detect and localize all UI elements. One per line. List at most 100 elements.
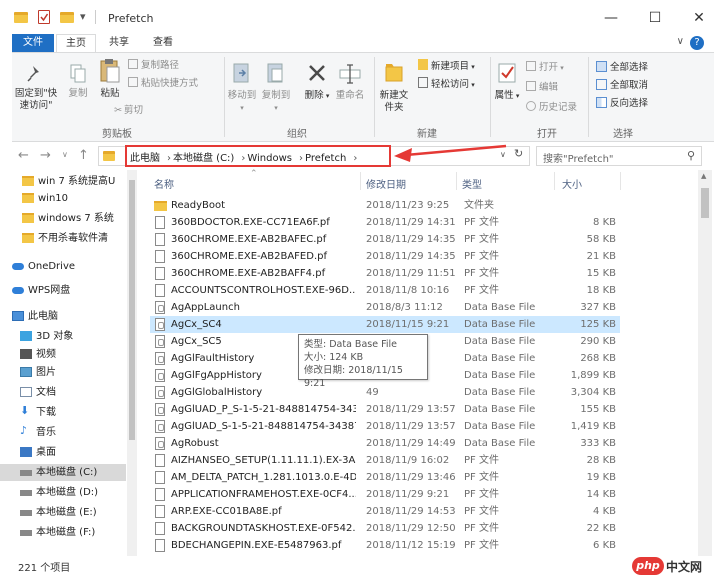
file-list-scrollbar[interactable]: ▲ (698, 170, 712, 556)
edit-button[interactable]: 编辑 (526, 81, 558, 94)
column-type[interactable]: 类型 (462, 176, 482, 191)
sidebar-item[interactable]: 本地磁盘 (C:) (0, 464, 126, 481)
copy-button[interactable]: 复制 (64, 63, 92, 100)
sidebar-item[interactable]: 图片 (0, 364, 126, 381)
column-header: ⌃ 名称 修改日期 类型 大小 (138, 169, 698, 192)
file-row[interactable]: ARP.EXE-CC01BA8E.pf 2018/11/29 14:53 PF 文件… (150, 503, 620, 520)
maximize-button[interactable]: ☐ (640, 8, 670, 28)
delete-label: 删除 (304, 90, 324, 101)
sidebar-item[interactable]: 本地磁盘 (E:) (0, 504, 126, 521)
select-all-button[interactable]: 全部选择 (596, 61, 648, 74)
qat-dropdown-icon[interactable]: ▾ (80, 10, 86, 23)
invert-selection-button[interactable]: 反向选择 (596, 97, 648, 110)
sidebar-item[interactable]: 本地磁盘 (D:) (0, 484, 126, 501)
tab-file[interactable]: 文件 (12, 34, 54, 52)
forward-button[interactable]: → (40, 148, 51, 163)
file-row[interactable]: AgGlUAD_S-1-5-21-848814754-34387... 2018/… (150, 418, 620, 435)
paste-shortcut-button[interactable]: 粘贴快捷方式 (128, 77, 198, 90)
refresh-icon[interactable]: ↻ (514, 147, 523, 160)
help-button[interactable]: ? (690, 36, 704, 50)
breadcrumb-separator-icon[interactable]: › (167, 153, 171, 164)
column-divider[interactable] (620, 172, 621, 190)
delete-button[interactable]: 删除 ▾ (302, 61, 332, 102)
file-row[interactable]: AgCx_SC4 2018/11/15 9:21 Data Base File 125… (150, 316, 620, 333)
properties-icon[interactable] (38, 10, 50, 24)
file-list-scroll-thumb[interactable] (701, 188, 709, 218)
breadcrumb-separator-icon[interactable]: › (299, 153, 303, 164)
tab-share[interactable]: 共享 (100, 34, 138, 52)
file-row[interactable]: AgGlUAD_P_S-1-5-21-848814754-343... 2018/… (150, 401, 620, 418)
breadcrumb-separator-icon[interactable]: › (353, 153, 357, 164)
sidebar-item[interactable]: win10 (0, 190, 126, 207)
open-button[interactable]: 打开 ▾ (526, 61, 564, 74)
pin-quick-access-button[interactable]: 固定到"快速访问" (14, 63, 58, 112)
tab-home[interactable]: 主页 (56, 34, 96, 52)
collapse-ribbon-icon[interactable]: ∨ (677, 36, 684, 47)
new-folder-button[interactable]: 新建文件夹 (376, 59, 412, 114)
sidebar-item[interactable]: 本地磁盘 (F:) (0, 524, 126, 541)
sidebar-item[interactable]: 视频 (0, 346, 126, 363)
sidebar-item-label: 桌面 (36, 447, 56, 458)
move-to-button[interactable]: 移动到 ▾ (226, 61, 258, 114)
column-size[interactable]: 大小 (562, 176, 582, 191)
new-folder-icon[interactable] (60, 12, 74, 23)
tab-view[interactable]: 查看 (142, 34, 184, 52)
copy-path-button[interactable]: 复制路径 (128, 59, 179, 72)
file-row[interactable]: BACKGROUNDTASKHOST.EXE-0F542... 2018/11/2… (150, 520, 620, 537)
sidebar-item[interactable]: 不用杀毒软件清 (0, 230, 126, 247)
breadcrumb[interactable]: 此电脑 › 本地磁盘 (C:) › Windows › Prefetch › (125, 145, 391, 167)
history-button[interactable]: 历史记录 (526, 101, 577, 114)
recent-dropdown-button[interactable]: ∨ (62, 150, 68, 159)
file-row[interactable]: AgAppLaunch 2018/8/3 11:12 Data Base File 3… (150, 299, 620, 316)
minimize-button[interactable]: — (596, 8, 626, 28)
sidebar-item[interactable]: ⬇ 下载 (0, 404, 126, 421)
rename-button[interactable]: 重命名 (334, 61, 366, 102)
sidebar-item[interactable]: ♪ 音乐 (0, 424, 126, 441)
close-button[interactable]: ✕ (684, 8, 714, 28)
copy-to-button[interactable]: 复制到 ▾ (260, 61, 292, 114)
file-row[interactable]: 360CHROME.EXE-AB2BAFEC.pf 2018/11/29 14:3… (150, 231, 620, 248)
sidebar-scrollbar[interactable] (127, 170, 137, 556)
search-input[interactable]: 搜索"Prefetch" ⚲ (536, 146, 702, 166)
properties-button[interactable]: 属性 ▾ (492, 61, 522, 102)
column-name[interactable]: 名称 (154, 176, 174, 191)
sidebar-item[interactable]: 文档 (0, 384, 126, 401)
column-divider[interactable] (456, 172, 457, 190)
breadcrumb-prefetch[interactable]: Prefetch (305, 153, 346, 164)
sidebar-item[interactable]: windows 7 系统 (0, 210, 126, 227)
sidebar-item[interactable]: 此电脑 (0, 308, 126, 325)
easy-access-button[interactable]: 轻松访问 ▾ (418, 77, 475, 91)
file-row[interactable]: AgRobust 2018/11/29 14:49 Data Base File 33… (150, 435, 620, 452)
sidebar-item[interactable]: WPS网盘 (0, 282, 126, 299)
file-row[interactable]: APPLICATIONFRAMEHOST.EXE-0CF4... 2018/11/… (150, 486, 620, 503)
file-row[interactable]: AM_DELTA_PATCH_1.281.1013.0.E-4D... 2018/… (150, 469, 620, 486)
column-divider[interactable] (554, 172, 555, 190)
file-row[interactable]: ACCOUNTSCONTROLHOST.EXE-96D... 2018/11/8 … (150, 282, 620, 299)
up-button[interactable]: ↑ (78, 148, 89, 163)
select-none-button[interactable]: 全部取消 (596, 79, 648, 92)
paste-button[interactable]: 粘贴 (96, 57, 124, 100)
column-divider[interactable] (360, 172, 361, 190)
back-button[interactable]: ← (18, 148, 29, 163)
breadcrumb-this-pc[interactable]: 此电脑 (130, 153, 160, 164)
file-row[interactable]: 360CHROME.EXE-AB2BAFED.pf 2018/11/29 14:3… (150, 248, 620, 265)
file-row[interactable]: ReadyBoot 2018/11/23 9:25 文件夹 (150, 197, 620, 214)
column-date[interactable]: 修改日期 (366, 176, 406, 191)
paste-label: 粘贴 (100, 88, 120, 99)
file-row[interactable]: 360CHROME.EXE-AB2BAFF4.pf 2018/11/29 11:5… (150, 265, 620, 282)
sidebar-item[interactable]: 桌面 (0, 444, 126, 461)
file-row[interactable]: AIZHANSEO_SETUP(1.11.11.1).EX-3AE... 2018… (150, 452, 620, 469)
file-row[interactable]: BDECHANGEPIN.EXE-E5487963.pf 2018/11/12 1… (150, 537, 620, 554)
breadcrumb-windows[interactable]: Windows (247, 153, 292, 164)
breadcrumb-drive-c[interactable]: 本地磁盘 (C:) (173, 153, 234, 164)
search-icon[interactable]: ⚲ (687, 149, 695, 162)
cut-button[interactable]: ✂ 剪切 (114, 105, 143, 117)
new-item-button[interactable]: 新建项目 ▾ (418, 59, 475, 73)
scroll-up-icon[interactable]: ▲ (701, 172, 706, 180)
sidebar-scroll-thumb[interactable] (129, 180, 135, 440)
sidebar-item[interactable]: win 7 系统提高U (0, 173, 126, 190)
breadcrumb-separator-icon[interactable]: › (241, 153, 245, 164)
sidebar-item[interactable]: OneDrive (0, 258, 126, 275)
file-row[interactable]: 360BDOCTOR.EXE-CC71EA6F.pf 2018/11/29 14:… (150, 214, 620, 231)
sidebar-item[interactable]: 3D 对象 (0, 328, 126, 345)
